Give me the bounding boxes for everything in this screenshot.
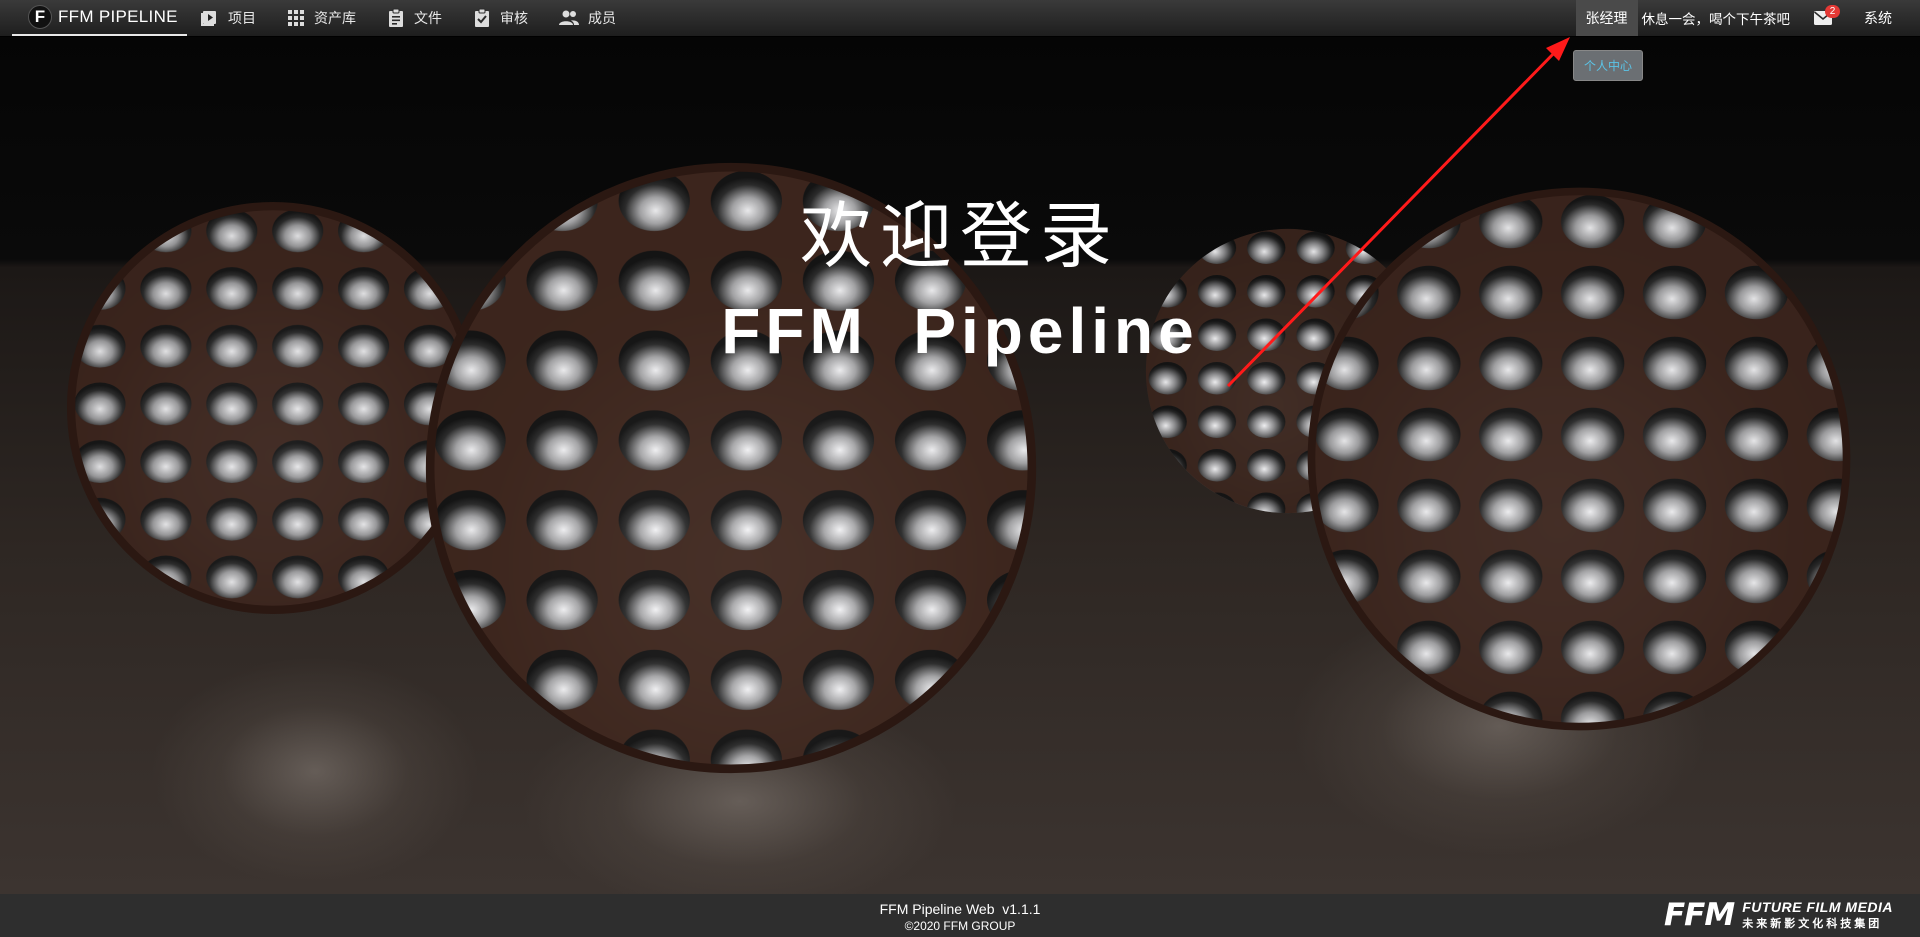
page: F FFM PIPELINE 项目 资产库 文件 审核 成员 张经理 休息一会，… <box>0 0 1920 937</box>
asset-library-icon <box>288 10 304 26</box>
hero-background: 欢迎登录 FFM Pipeline <box>0 36 1920 894</box>
system-menu[interactable]: 系统 <box>1852 8 1920 28</box>
nav-label: 成员 <box>588 10 616 26</box>
top-navbar: F FFM PIPELINE 项目 资产库 文件 审核 成员 张经理 休息一会，… <box>0 0 1920 37</box>
nav-item-members[interactable]: 成员 <box>558 8 616 28</box>
brand-home-link[interactable]: F FFM PIPELINE <box>12 0 187 36</box>
nav-label: 项目 <box>228 10 256 26</box>
app-name-heading: FFM Pipeline <box>721 295 1199 367</box>
company-logo-mark: FFM <box>1664 897 1735 933</box>
welcome-heading: 欢迎登录 <box>799 194 1120 278</box>
company-logo: FFM FUTURE FILM MEDIA 未来新影文化科技集团 <box>1664 897 1894 933</box>
footer: FFM Pipeline Web v1.1.1 ©2020 FFM GROUP … <box>0 894 1920 937</box>
brand-logo: F <box>28 5 52 29</box>
project-icon <box>201 11 216 26</box>
nav-item-files[interactable]: 文件 <box>386 8 442 28</box>
personal-center-menu-item[interactable]: 个人中心 <box>1573 50 1643 81</box>
user-area: 张经理 休息一会，喝个下午茶吧 2 系统 <box>1575 0 1920 36</box>
version-text: FFM Pipeline Web v1.1.1 <box>879 901 1041 917</box>
mail-count-badge: 2 <box>1825 5 1840 18</box>
greeting-text: 休息一会，喝个下午茶吧 <box>1641 12 1791 27</box>
mail-button[interactable]: 2 <box>1808 0 1840 36</box>
company-name-cn: 未来新影文化科技集团 <box>1742 918 1883 930</box>
nav-label: 审核 <box>500 10 528 26</box>
brand-name: FFM PIPELINE <box>58 7 178 26</box>
file-icon <box>389 8 403 27</box>
user-menu-button[interactable]: 张经理 <box>1575 0 1638 36</box>
nav-item-project[interactable]: 项目 <box>200 8 256 28</box>
company-name-en: FUTURE FILM MEDIA <box>1742 899 1894 915</box>
nav-label: 文件 <box>414 10 442 26</box>
copyright-text: ©2020 FFM GROUP <box>904 919 1016 933</box>
nav-item-review[interactable]: 审核 <box>472 8 528 28</box>
members-icon <box>559 10 579 25</box>
main-nav: 项目 资产库 文件 审核 成员 <box>200 0 646 36</box>
review-icon <box>475 8 489 27</box>
nav-label: 资产库 <box>314 10 356 26</box>
nav-item-assets[interactable]: 资产库 <box>286 8 356 28</box>
